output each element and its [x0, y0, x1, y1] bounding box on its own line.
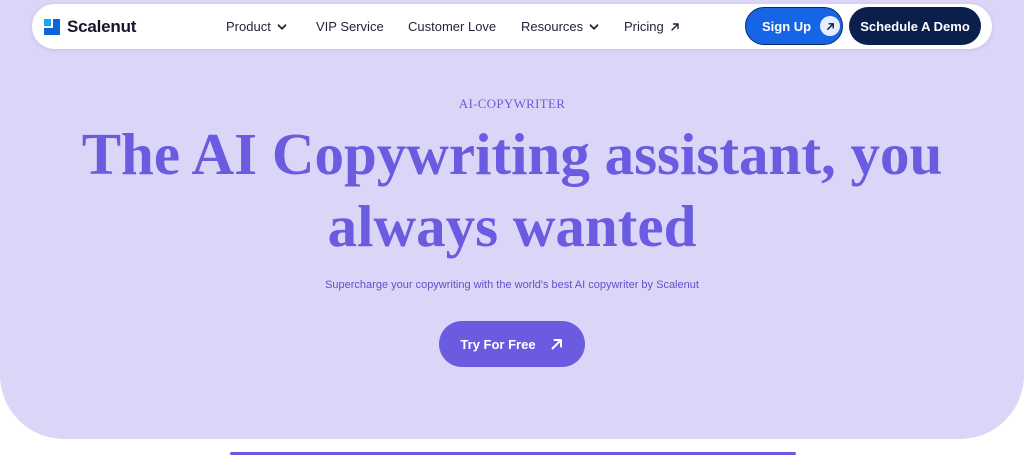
arrow-up-right-icon — [820, 16, 841, 36]
top-navbar: Scalenut Product VIP Service Customer Lo… — [32, 4, 992, 49]
chevron-down-icon — [277, 23, 287, 30]
hero-subtitle: Supercharge your copywriting with the wo… — [325, 279, 699, 291]
sign-up-button[interactable]: Sign Up — [745, 7, 843, 45]
try-for-free-button[interactable]: Try For Free — [439, 321, 585, 367]
nav-item-vip-service[interactable]: VIP Service — [316, 19, 384, 34]
brand-logo[interactable]: Scalenut — [44, 17, 136, 37]
schedule-demo-label: Schedule A Demo — [860, 18, 970, 34]
schedule-demo-button[interactable]: Schedule A Demo — [849, 7, 981, 45]
nav-item-pricing[interactable]: Pricing — [624, 19, 680, 34]
nav-item-label: VIP Service — [316, 19, 384, 34]
chevron-down-icon — [589, 23, 599, 30]
scalenut-logo-icon — [44, 19, 60, 35]
nav-item-label: Product — [226, 19, 271, 34]
nav-item-label: Resources — [521, 19, 584, 34]
hero-eyebrow: AI-COPYWRITER — [458, 96, 566, 111]
try-for-free-label: Try For Free — [460, 336, 536, 352]
brand-name: Scalenut — [67, 17, 137, 36]
sign-up-label: Sign Up — [762, 18, 812, 34]
nav-item-label: Customer Love — [408, 19, 497, 34]
arrow-up-right-icon — [671, 22, 679, 31]
hero-headline: The AI Copywriting assistant, you always… — [81, 121, 943, 259]
nav-item-product[interactable]: Product — [226, 19, 287, 34]
arrow-up-right-icon — [551, 339, 562, 350]
nav-item-resources[interactable]: Resources — [521, 19, 599, 34]
nav-item-label: Pricing — [624, 19, 664, 34]
nav-item-customer-love[interactable]: Customer Love — [408, 19, 496, 34]
